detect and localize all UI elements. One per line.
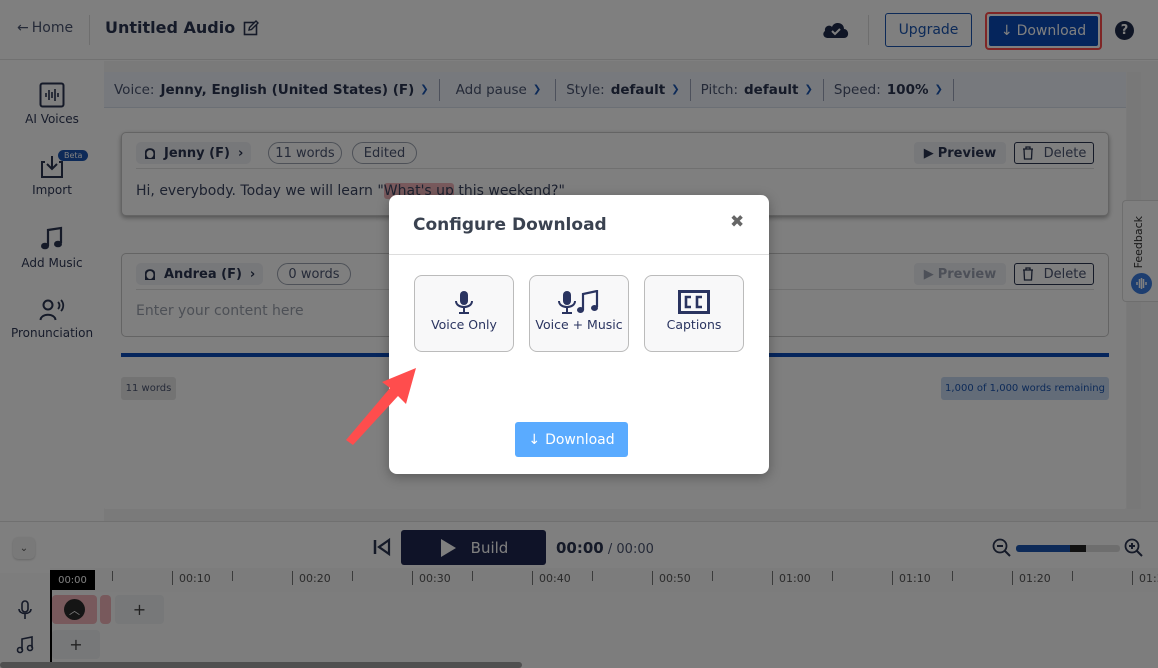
download-label: Download — [545, 431, 615, 448]
close-icon[interactable]: ✖ — [730, 212, 744, 232]
download-arrow-icon: ↓ — [528, 431, 541, 448]
option-label: Voice + Music — [535, 317, 623, 332]
microphone-icon — [455, 291, 473, 314]
closed-captions-icon — [678, 290, 710, 314]
configure-download-dialog: Configure Download ✖ Voice Only Voice + … — [389, 195, 769, 474]
option-label: Captions — [666, 317, 722, 332]
microphone-music-icon — [558, 290, 599, 314]
dialog-divider — [389, 254, 769, 255]
option-captions[interactable]: Captions — [644, 275, 744, 352]
option-voice-music[interactable]: Voice + Music — [529, 275, 629, 352]
annotation-arrow-icon — [346, 368, 416, 445]
option-label: Voice Only — [431, 317, 497, 332]
dialog-title: Configure Download — [413, 215, 607, 235]
option-voice-only[interactable]: Voice Only — [414, 275, 514, 352]
modal-download-button[interactable]: ↓ Download — [515, 422, 628, 457]
